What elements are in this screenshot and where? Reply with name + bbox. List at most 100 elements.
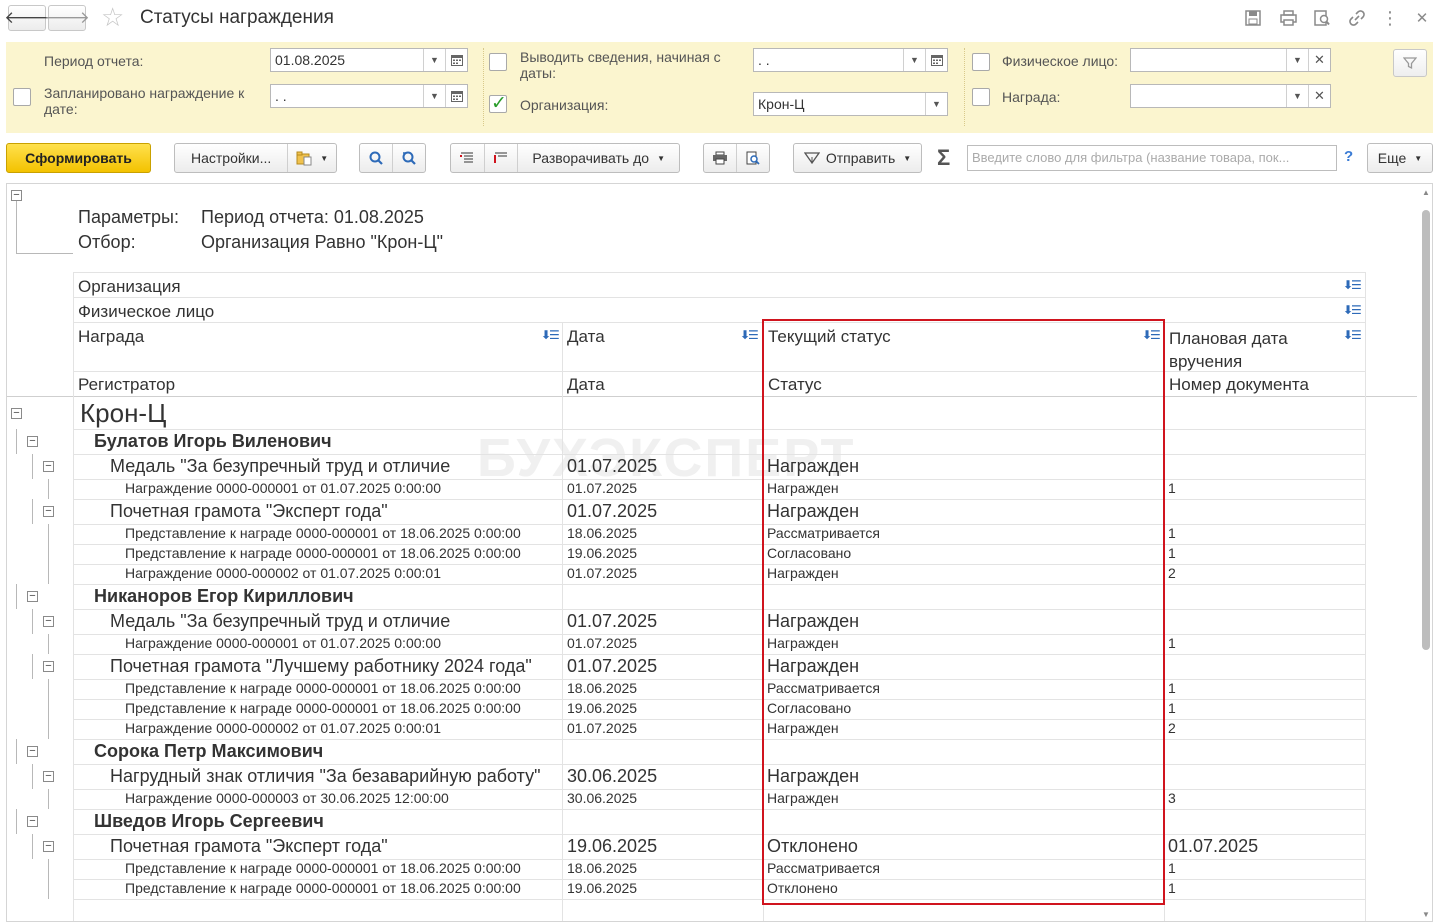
calendar-icon[interactable] [445, 49, 467, 71]
award-checkbox[interactable] [972, 88, 990, 106]
row-collapse-toggle[interactable]: − [43, 461, 54, 472]
grid-line [73, 322, 1365, 323]
collapse-header-toggle[interactable]: − [11, 190, 22, 201]
close-icon[interactable]: ✕ [1411, 7, 1433, 29]
chevron-down-icon[interactable]: ▼ [925, 93, 947, 115]
arrow-left-icon: 🡐 [4, 8, 50, 27]
help-icon[interactable]: ? [1344, 148, 1353, 165]
grid-line [73, 272, 74, 921]
print-button[interactable] [704, 144, 737, 172]
sort-icon[interactable]: ⬇☰ [740, 328, 759, 342]
report-spreadsheet[interactable]: БУХЭКСПЕРТ − Параметры: Период отчета: 0… [6, 183, 1433, 922]
row-collapse-toggle[interactable]: − [43, 771, 54, 782]
preview-icon[interactable] [1311, 7, 1333, 29]
generate-button[interactable]: Сформировать [6, 143, 151, 173]
header-plan-date: Плановая дата вручения [1169, 329, 1288, 371]
show-from-checkbox[interactable] [489, 53, 507, 71]
row-label: Представление к награде 0000-000001 от 1… [125, 525, 521, 541]
collapse-all-button[interactable] [451, 144, 485, 172]
row-collapse-toggle[interactable]: − [43, 506, 54, 517]
expand-to-button[interactable]: Разворачивать до ▼ [518, 144, 679, 172]
vertical-scrollbar[interactable]: ▲ ▼ [1420, 184, 1432, 921]
row-collapse-toggle[interactable]: − [43, 616, 54, 627]
row-label: Шведов Игорь Сергеевич [94, 810, 324, 831]
sort-icon[interactable]: ⬇☰ [1343, 278, 1362, 292]
divider [964, 48, 965, 126]
row-collapse-toggle[interactable]: − [27, 436, 38, 447]
more-vertical-icon[interactable]: ⋮ [1379, 7, 1401, 29]
scroll-thumb[interactable] [1422, 210, 1430, 650]
row-collapse-toggle[interactable]: − [43, 841, 54, 852]
clear-icon[interactable]: ✕ [1308, 49, 1330, 71]
row-doc-number: 2 [1168, 565, 1176, 581]
row-date: 01.07.2025 [567, 480, 638, 496]
tree-line [16, 739, 17, 764]
row-label: Награждение 0000-000001 от 01.07.2025 0:… [125, 635, 441, 651]
row-doc-number: 1 [1168, 480, 1176, 496]
favorite-star-icon[interactable]: ☆ [101, 4, 124, 30]
planned-date-label: Запланировано награждение к дате: [44, 85, 245, 117]
row-date: 18.06.2025 [567, 860, 638, 876]
row-collapse-toggle[interactable]: − [43, 661, 54, 672]
more-button[interactable]: Еще ▼ [1367, 143, 1433, 173]
find-next-button[interactable] [393, 144, 426, 172]
person-field[interactable]: ▼ ✕ [1130, 48, 1331, 72]
row-doc-number: 1 [1168, 680, 1176, 696]
sort-icon[interactable]: ⬇☰ [1343, 328, 1362, 342]
send-button[interactable]: Отправить ▼ [793, 143, 922, 173]
planned-date-value: . . [275, 88, 287, 104]
organization-field[interactable]: Крон-Ц ▼ [753, 92, 948, 116]
scroll-down-icon[interactable]: ▼ [1422, 910, 1430, 919]
scroll-up-icon[interactable]: ▲ [1422, 188, 1430, 197]
organization-checkbox[interactable] [489, 92, 507, 115]
calendar-icon[interactable] [445, 85, 467, 107]
save-icon[interactable] [1242, 7, 1264, 29]
find-button[interactable] [360, 144, 393, 172]
row-date: 01.07.2025 [567, 610, 658, 631]
period-label: Период отчета: [44, 53, 144, 69]
sort-icon[interactable]: ⬇☰ [541, 328, 560, 342]
chevron-down-icon[interactable]: ▼ [423, 49, 445, 71]
award-field[interactable]: ▼ ✕ [1130, 84, 1331, 108]
chevron-down-icon[interactable]: ▼ [903, 49, 925, 71]
chevron-down-icon[interactable]: ▼ [423, 85, 445, 107]
row-label: Нагрудный знак отличия "За безаварийную … [110, 765, 541, 786]
planned-date-field[interactable]: . . ▼ [270, 84, 468, 108]
filter-settings-button[interactable] [1393, 49, 1427, 77]
chevron-down-icon[interactable]: ▼ [1286, 49, 1308, 71]
back-button[interactable]: 🡐 [4, 5, 50, 31]
chevron-down-icon[interactable]: ▼ [1286, 85, 1308, 107]
calendar-icon[interactable] [925, 49, 947, 71]
forward-button[interactable]: 🡒 [44, 5, 90, 31]
tree-line [48, 479, 49, 499]
row-doc-number: 1 [1168, 880, 1176, 896]
link-icon[interactable] [1346, 7, 1368, 29]
sort-icon[interactable]: ⬇☰ [1343, 303, 1362, 317]
row-collapse-toggle[interactable]: − [27, 816, 38, 827]
variants-button[interactable]: ▼ [288, 144, 336, 172]
period-field[interactable]: 01.08.2025 ▼ [270, 48, 468, 72]
row-collapse-toggle[interactable]: − [27, 746, 38, 757]
person-checkbox[interactable] [972, 53, 990, 71]
funnel-icon [1403, 57, 1417, 70]
grid-line [73, 272, 1365, 273]
row-label: Никаноров Егор Кириллович [94, 585, 354, 606]
row-doc-number: 2 [1168, 720, 1176, 736]
planned-date-checkbox[interactable] [13, 88, 31, 106]
tree-line [32, 454, 33, 479]
search-input[interactable]: Введите слово для фильтра (название това… [967, 145, 1337, 171]
sum-icon[interactable]: Σ [937, 145, 950, 171]
row-date: 19.06.2025 [567, 880, 638, 896]
print-icon[interactable] [1277, 7, 1299, 29]
show-from-field[interactable]: . . ▼ [753, 48, 948, 72]
row-collapse-toggle[interactable]: − [11, 407, 22, 419]
header-date: Дата [567, 327, 605, 346]
row-date: 19.06.2025 [567, 700, 638, 716]
print-preview-button[interactable] [737, 144, 770, 172]
tree-line [48, 524, 49, 544]
row-collapse-toggle[interactable]: − [27, 591, 38, 602]
settings-button[interactable]: Настройки... [175, 144, 289, 172]
expand-all-button[interactable] [485, 144, 519, 172]
more-label: Еще [1377, 150, 1407, 166]
clear-icon[interactable]: ✕ [1308, 85, 1330, 107]
